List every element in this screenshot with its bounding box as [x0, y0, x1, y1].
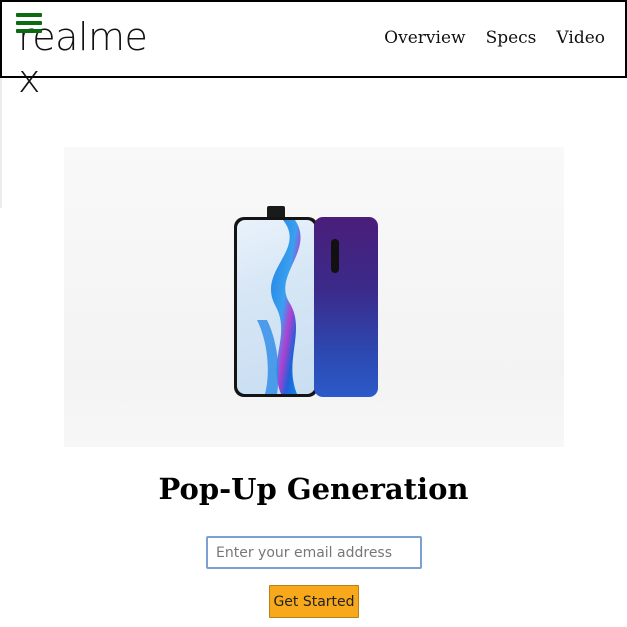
email-input[interactable]: [206, 536, 422, 569]
page-title: Pop-Up Generation: [158, 472, 469, 506]
left-edge-divider: [0, 78, 2, 208]
nav-specs-link[interactable]: Specs: [486, 28, 537, 48]
hamburger-menu-icon[interactable]: [16, 13, 42, 35]
top-nav: Overview Specs Video: [384, 28, 605, 48]
phone-front: [234, 217, 318, 397]
nav-video-link[interactable]: Video: [556, 28, 605, 48]
get-started-button[interactable]: Get Started: [269, 585, 359, 618]
nav-overview-link[interactable]: Overview: [384, 28, 465, 48]
realme-logo[interactable]: realme x: [18, 16, 178, 100]
phone-back: [314, 217, 378, 397]
rear-camera: [331, 239, 339, 273]
screen-wallpaper-graphic: [257, 220, 301, 394]
hero-phone-image: [64, 147, 564, 447]
phone-screen: [237, 220, 315, 394]
site-header: realme x Overview Specs Video: [0, 0, 627, 100]
